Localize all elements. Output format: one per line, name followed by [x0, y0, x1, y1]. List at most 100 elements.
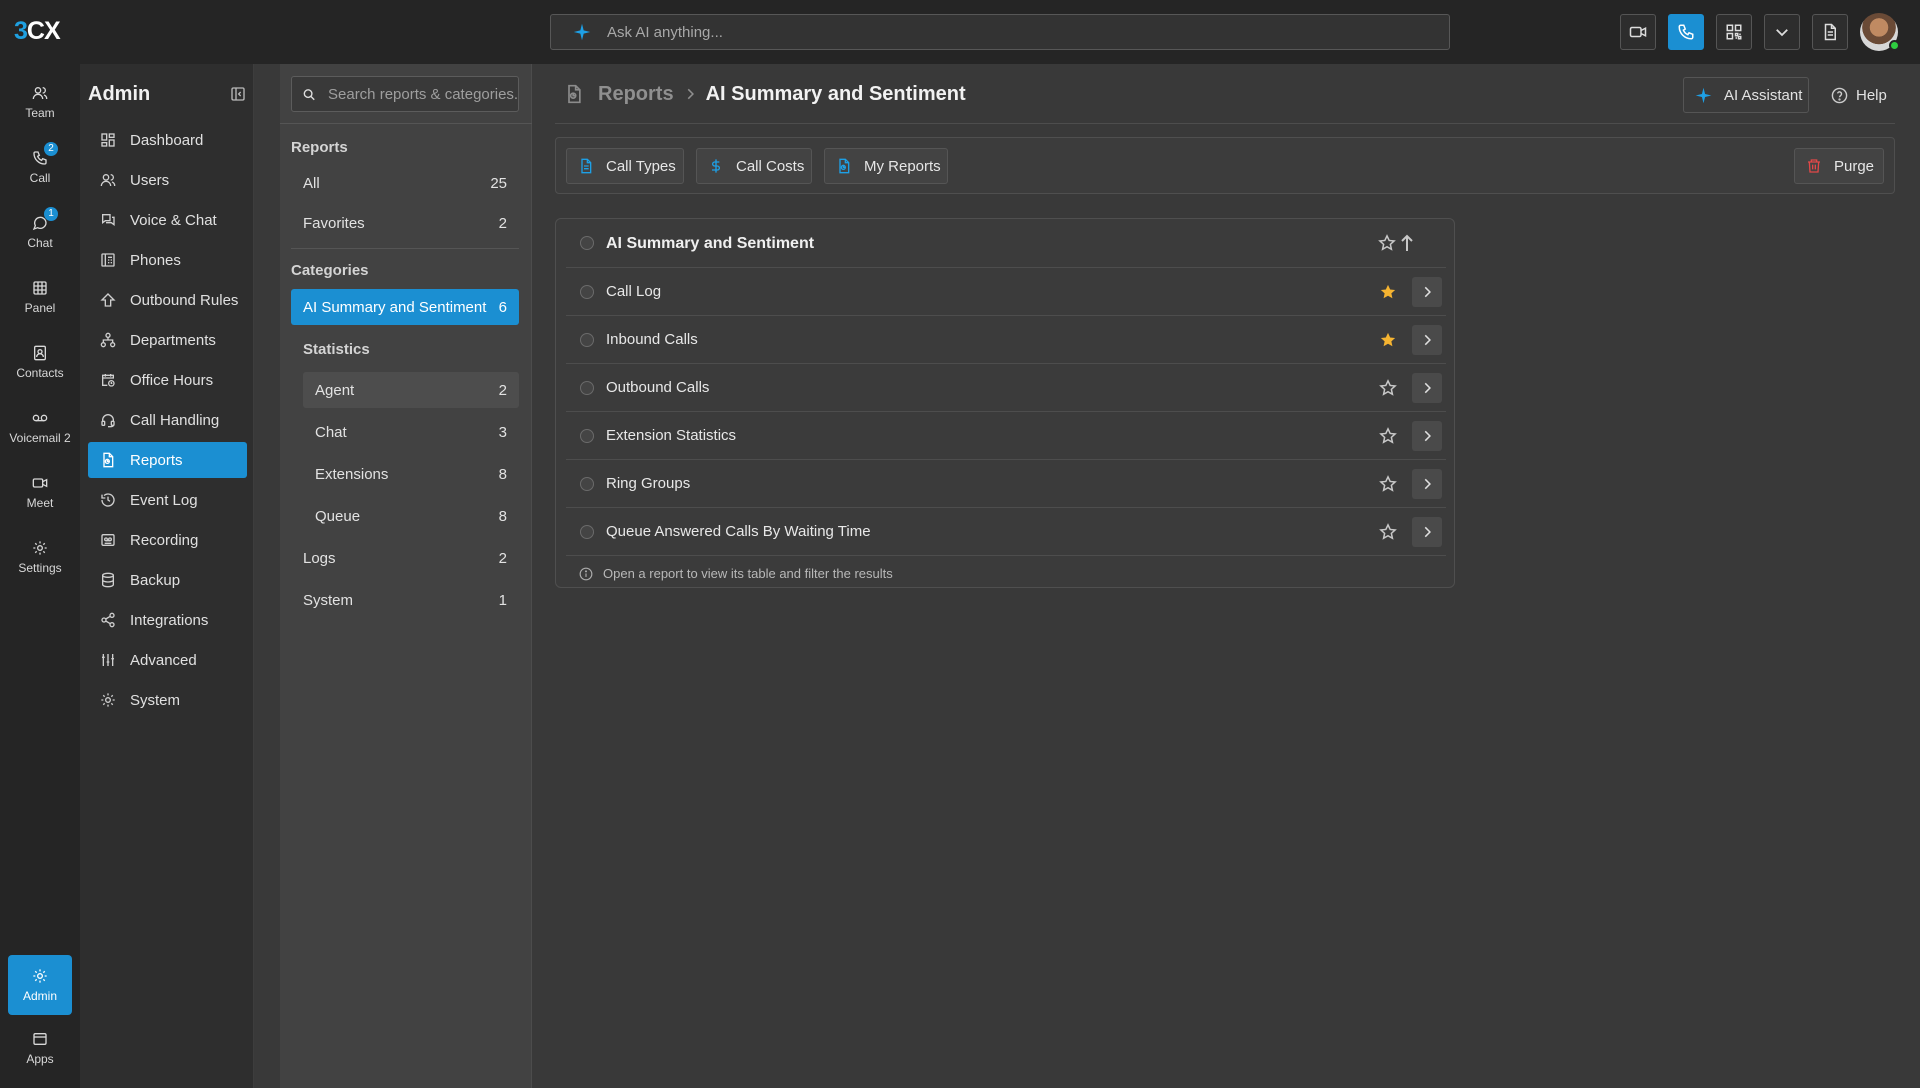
open-report-button[interactable] — [1412, 469, 1442, 499]
nav-label: Voice & Chat — [130, 211, 217, 229]
star-outline-icon[interactable] — [1379, 427, 1397, 445]
nav-item-event-log[interactable]: Event Log — [88, 482, 247, 518]
nav-item-integrations[interactable]: Integrations — [88, 602, 247, 638]
star-filled-icon[interactable] — [1379, 283, 1397, 301]
star-outline-icon[interactable] — [1378, 234, 1396, 252]
nav-item-outbound-rules[interactable]: Outbound Rules — [88, 282, 247, 318]
3cx-logo[interactable]: 3 CX — [14, 17, 61, 45]
rail-item-voicemail[interactable]: Voicemail 2 — [8, 399, 72, 455]
help-button[interactable]: Help — [1831, 77, 1891, 113]
nav-item-advanced[interactable]: Advanced — [88, 642, 247, 678]
star-outline-icon[interactable] — [1379, 379, 1397, 397]
sort-arrow-up-icon[interactable] — [1400, 234, 1414, 252]
category-logs[interactable]: Logs 2 — [291, 540, 519, 576]
rail-item-panel[interactable]: Panel — [8, 269, 72, 325]
category-system[interactable]: System 1 — [291, 582, 519, 618]
my-reports-button[interactable]: My Reports — [824, 148, 948, 184]
nav-item-recording[interactable]: Recording — [88, 522, 247, 558]
report-row[interactable]: Ring Groups — [566, 459, 1446, 507]
report-name: Ring Groups — [606, 475, 691, 492]
nav-item-office-hours[interactable]: Office Hours — [88, 362, 247, 398]
rail-item-apps[interactable]: Apps — [8, 1020, 72, 1076]
row-checkbox[interactable] — [580, 381, 594, 395]
rail-item-call[interactable]: 2 Call — [8, 139, 72, 195]
report-list-card: AI Summary and Sentiment Call Log Inboun… — [555, 218, 1455, 588]
row-checkbox[interactable] — [580, 285, 594, 299]
category-label: Favorites — [303, 214, 365, 232]
category-agent[interactable]: Agent 2 — [303, 372, 519, 408]
dollar-icon — [708, 158, 724, 174]
app-rail: Team 2 Call 1 Chat Panel Contacts Voicem… — [0, 64, 80, 1088]
breadcrumb-reports-link[interactable]: Reports — [598, 83, 674, 106]
section-label-reports: Reports — [291, 139, 348, 156]
category-count: 25 — [490, 174, 507, 192]
qr-code-button[interactable] — [1716, 14, 1752, 50]
button-label: My Reports — [864, 157, 941, 175]
purge-button[interactable]: Purge — [1794, 148, 1884, 184]
report-icon — [564, 84, 584, 104]
ai-assistant-button[interactable]: AI Assistant — [1683, 77, 1809, 113]
open-report-button[interactable] — [1412, 373, 1442, 403]
report-row[interactable]: Queue Answered Calls By Waiting Time — [566, 507, 1446, 555]
open-report-button[interactable] — [1412, 517, 1442, 547]
report-row[interactable]: Inbound Calls — [566, 315, 1446, 363]
open-report-button[interactable] — [1412, 277, 1442, 307]
search-icon — [302, 86, 316, 103]
rail-item-settings[interactable]: Settings — [8, 529, 72, 585]
call-costs-button[interactable]: Call Costs — [696, 148, 812, 184]
rail-item-contacts[interactable]: Contacts — [8, 334, 72, 390]
rail-item-admin[interactable]: Admin — [8, 955, 72, 1015]
row-checkbox[interactable] — [580, 429, 594, 443]
category-search-input[interactable] — [328, 85, 518, 103]
nav-item-dashboard[interactable]: Dashboard — [88, 122, 247, 158]
category-chat[interactable]: Chat 3 — [303, 414, 519, 450]
nav-item-reports[interactable]: Reports — [88, 442, 247, 478]
open-report-button[interactable] — [1412, 421, 1442, 451]
database-icon — [100, 572, 116, 588]
star-outline-icon[interactable] — [1379, 475, 1397, 493]
category-favorites[interactable]: Favorites 2 — [291, 205, 519, 241]
collapse-sidebar-icon[interactable] — [230, 86, 246, 102]
rail-item-meet[interactable]: Meet — [8, 464, 72, 520]
star-filled-icon[interactable] — [1379, 331, 1397, 349]
more-dropdown-button[interactable] — [1764, 14, 1800, 50]
star-outline-icon[interactable] — [1379, 523, 1397, 541]
ai-search-bar[interactable] — [550, 14, 1450, 50]
notes-button[interactable] — [1812, 14, 1848, 50]
report-icon — [836, 158, 852, 174]
row-checkbox[interactable] — [580, 525, 594, 539]
category-queue[interactable]: Queue 8 — [303, 498, 519, 534]
nav-item-users[interactable]: Users — [88, 162, 247, 198]
category-all[interactable]: All 25 — [291, 165, 519, 201]
video-call-button[interactable] — [1620, 14, 1656, 50]
category-ai-summary[interactable]: AI Summary and Sentiment 6 — [291, 289, 519, 325]
open-report-button[interactable] — [1412, 325, 1442, 355]
category-search[interactable] — [291, 76, 519, 112]
nav-label: Dashboard — [130, 131, 204, 149]
row-checkbox[interactable] — [580, 333, 594, 347]
report-row[interactable]: Call Log — [566, 267, 1446, 315]
select-all-checkbox[interactable] — [580, 236, 594, 250]
nav-item-phones[interactable]: Phones — [88, 242, 247, 278]
report-row[interactable]: Outbound Calls — [566, 363, 1446, 411]
rail-item-team[interactable]: Team — [8, 74, 72, 130]
rail-item-chat[interactable]: 1 Chat — [8, 204, 72, 260]
ai-search-input[interactable] — [607, 23, 1427, 41]
nav-item-voice-chat[interactable]: Voice & Chat — [88, 202, 247, 238]
category-extensions[interactable]: Extensions 8 — [303, 456, 519, 492]
category-count: 2 — [498, 381, 507, 399]
chevron-right-icon — [1420, 477, 1434, 491]
phone-toggle-button[interactable] — [1668, 14, 1704, 50]
nav-item-backup[interactable]: Backup — [88, 562, 247, 598]
arrow-up-icon — [100, 292, 116, 308]
button-label: Call Types — [606, 157, 676, 175]
report-row[interactable]: Extension Statistics — [566, 411, 1446, 459]
row-checkbox[interactable] — [580, 477, 594, 491]
call-types-button[interactable]: Call Types — [566, 148, 684, 184]
user-avatar[interactable] — [1860, 13, 1900, 51]
chevron-right-icon — [1420, 285, 1434, 299]
rail-label: Contacts — [16, 365, 64, 380]
nav-item-call-handling[interactable]: Call Handling — [88, 402, 247, 438]
nav-item-departments[interactable]: Departments — [88, 322, 247, 358]
nav-item-system[interactable]: System — [88, 682, 247, 718]
